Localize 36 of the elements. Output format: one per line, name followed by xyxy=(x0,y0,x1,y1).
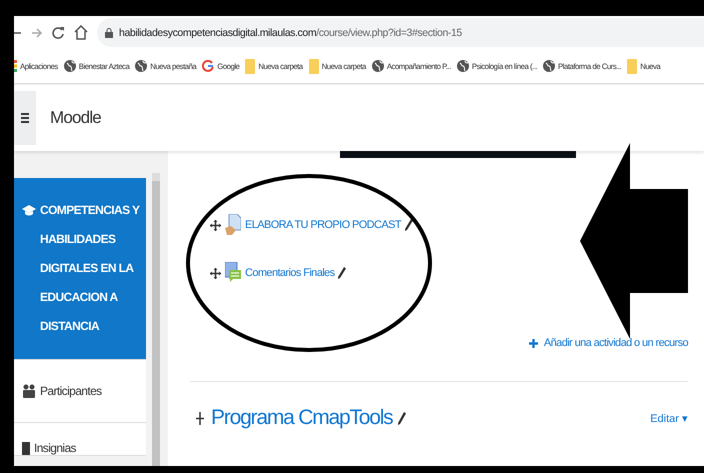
globe-icon xyxy=(372,60,384,72)
globe-icon xyxy=(64,60,76,72)
pencil-icon[interactable] xyxy=(338,267,346,279)
sidebar-item[interactable]: Insignias xyxy=(14,423,146,456)
users-icon xyxy=(22,384,36,398)
plus-icon xyxy=(528,338,538,348)
apps-icon xyxy=(14,60,17,72)
edit-menu[interactable]: Editar ▾ xyxy=(650,412,688,424)
sidebar-item[interactable]: COMPETENCIAS Y HABILIDADES DIGITALES EN LA EDUCACION A DISTANCIA xyxy=(14,178,146,360)
chat-document-icon xyxy=(225,262,241,284)
home-icon[interactable] xyxy=(74,25,88,40)
menu-icon xyxy=(21,113,29,123)
add-activity-link[interactable]: Añadir una actividad o un recurso xyxy=(528,337,688,349)
globe-icon xyxy=(543,60,556,72)
pencil-icon[interactable] xyxy=(398,412,406,424)
activity-link[interactable]: ELABORA TU PROPIO PODCAST xyxy=(245,219,401,231)
scrollbar[interactable] xyxy=(152,173,160,466)
folder-icon xyxy=(627,58,638,74)
document-hand-icon xyxy=(225,214,241,236)
badge-icon xyxy=(22,442,30,455)
site-name[interactable]: Moodle xyxy=(50,108,101,128)
google-icon xyxy=(202,60,214,72)
globe-icon xyxy=(135,60,148,72)
url-text: habilidadesycompetenciasdigital.milaulas.com/course/view.php?id=3#section-15 xyxy=(119,26,462,38)
reload-icon[interactable] xyxy=(52,26,65,40)
section-title: Programa CmapTools xyxy=(211,406,392,430)
globe-icon xyxy=(456,60,469,72)
pencil-icon[interactable] xyxy=(404,219,413,231)
graduation-cap-icon xyxy=(22,205,36,216)
sidebar-item[interactable]: Participantes xyxy=(14,360,146,423)
folder-icon xyxy=(308,58,319,74)
folder-icon xyxy=(245,58,256,74)
menu-button[interactable] xyxy=(14,91,36,145)
lock-icon xyxy=(105,28,113,38)
activity-link[interactable]: Comentarios Finales xyxy=(245,267,334,279)
address-bar[interactable]: habilidadesycompetenciasdigital.milaulas.com/course/view.php?id=3#section-15 xyxy=(97,18,704,47)
